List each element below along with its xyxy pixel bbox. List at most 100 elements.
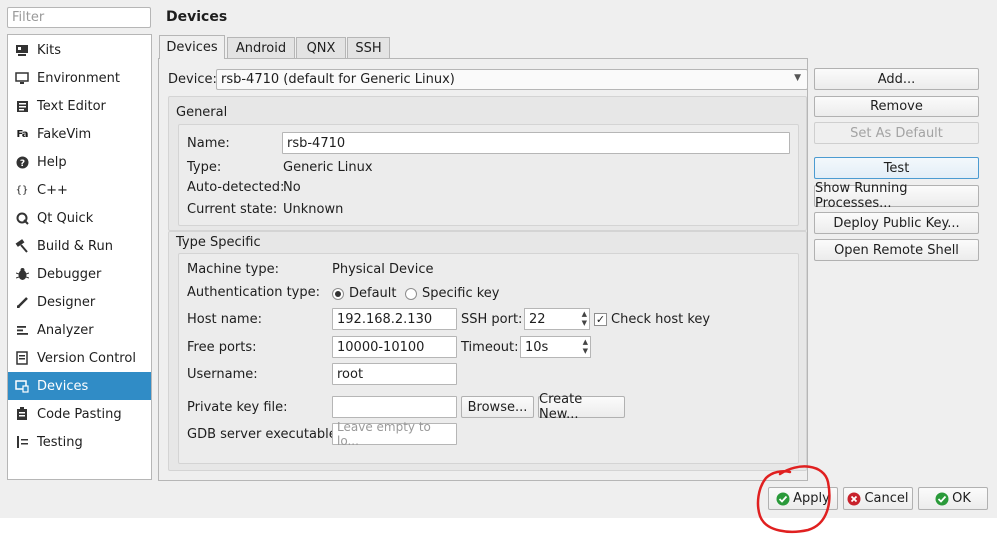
sidebar-item-label: Designer — [37, 294, 96, 310]
cpp-icon: {} — [15, 184, 29, 196]
monitor-icon — [13, 70, 31, 86]
deploy-public-key-button[interactable]: Deploy Public Key... — [814, 212, 979, 234]
radio-unchecked-icon — [405, 287, 417, 300]
test-device-button[interactable]: Test — [814, 157, 979, 179]
remove-device-button[interactable]: Remove — [814, 96, 979, 117]
hammer-icon — [13, 238, 31, 254]
show-running-processes-button[interactable]: Show Running Processes... — [814, 181, 979, 211]
svg-text:?: ? — [19, 159, 24, 169]
timeout-spinbox[interactable]: 10s ▲ ▼ — [520, 336, 591, 358]
version-control-icon — [13, 350, 31, 366]
cancel-button[interactable]: Cancel — [843, 487, 913, 510]
auth-specific-key-radio[interactable]: Specific key — [405, 286, 500, 301]
sidebar-item-text-editor[interactable]: Text Editor — [8, 92, 151, 120]
cancel-circle-icon — [847, 492, 861, 505]
sidebar-item-environment[interactable]: Environment — [8, 64, 151, 92]
add-device-button[interactable]: Add... — [814, 68, 979, 90]
sidebar-item-designer[interactable]: Designer — [8, 288, 151, 316]
sidebar-item-label: Testing — [37, 434, 83, 450]
sidebar-item-kits[interactable]: Kits — [8, 36, 151, 64]
general-group-title: General — [176, 105, 228, 120]
name-field[interactable]: rsb-4710 — [282, 132, 790, 154]
device-combobox[interactable]: rsb-4710 (default for Generic Linux) ▼ — [216, 69, 808, 90]
tab-android[interactable]: Android — [227, 37, 295, 59]
sidebar-item-label: Environment — [37, 70, 121, 86]
free-ports-field[interactable]: 10000-10100 — [332, 336, 457, 358]
auth-specific-key-label: Specific key — [422, 286, 500, 301]
sidebar-item-label: Qt Quick — [37, 210, 94, 226]
sidebar-item-label: Build & Run — [37, 238, 113, 254]
spin-arrows-icon: ▲ ▼ — [582, 338, 588, 355]
type-label: Type: — [187, 160, 222, 175]
kits-icon — [13, 42, 31, 58]
current-state-label: Current state: — [187, 202, 278, 217]
sidebar-item-label: Debugger — [37, 266, 102, 282]
private-key-field[interactable] — [332, 396, 457, 418]
auto-detected-label: Auto-detected: — [187, 180, 285, 195]
tab-ssh[interactable]: SSH — [347, 37, 390, 59]
sidebar-item-cpp[interactable]: {} C++ — [8, 176, 151, 204]
sidebar-item-analyzer[interactable]: Analyzer — [8, 316, 151, 344]
ssh-port-spinbox[interactable]: 22 ▲ ▼ — [524, 308, 590, 330]
sidebar-item-testing[interactable]: Testing — [8, 428, 151, 456]
timeout-label: Timeout: — [461, 340, 519, 355]
machine-type-value: Physical Device — [332, 262, 434, 277]
ssh-port-value: 22 — [529, 311, 546, 327]
tab-qnx[interactable]: QNX — [296, 37, 346, 59]
username-field[interactable]: root — [332, 363, 457, 385]
create-new-button[interactable]: Create New... — [538, 392, 625, 422]
name-label: Name: — [187, 136, 230, 151]
sidebar-item-version-control[interactable]: Version Control — [8, 344, 151, 372]
sidebar-item-build-run[interactable]: Build & Run — [8, 232, 151, 260]
timeout-value: 10s — [525, 339, 549, 355]
ok-button[interactable]: OK — [918, 487, 988, 510]
device-combobox-value: rsb-4710 (default for Generic Linux) — [221, 72, 455, 87]
radio-checked-icon — [332, 287, 344, 300]
auth-default-radio[interactable]: Default — [332, 286, 397, 301]
gdb-server-label: GDB server executable: — [187, 427, 342, 442]
type-value: Generic Linux — [283, 160, 373, 175]
gdb-server-field[interactable]: Leave empty to lo... — [332, 420, 457, 448]
settings-category-list: Kits Environment Text Editor Fa FakeVim … — [7, 34, 152, 480]
check-host-key-label: Check host key — [611, 312, 711, 327]
ok-button-label: OK — [952, 491, 971, 506]
set-as-default-button[interactable]: Set As Default — [814, 122, 979, 144]
devices-icon — [13, 378, 31, 394]
spin-arrows-icon: ▲ ▼ — [581, 310, 587, 327]
private-key-label: Private key file: — [187, 400, 288, 415]
auto-detected-value: No — [283, 180, 301, 195]
sidebar-item-label: Code Pasting — [37, 406, 122, 422]
help-icon: ? — [13, 154, 31, 170]
sidebar-item-code-pasting[interactable]: Code Pasting — [8, 400, 151, 428]
sidebar-item-devices[interactable]: Devices — [8, 372, 151, 400]
sidebar-item-debugger[interactable]: Debugger — [8, 260, 151, 288]
sidebar-item-qt-quick[interactable]: Qt Quick — [8, 204, 151, 232]
sidebar-item-fakevim[interactable]: Fa FakeVim — [8, 120, 151, 148]
pen-icon — [13, 294, 31, 310]
auth-type-label: Authentication type: — [187, 285, 320, 300]
bug-icon — [13, 266, 31, 282]
machine-type-label: Machine type: — [187, 262, 279, 277]
host-name-field[interactable]: 192.168.2.130 — [332, 308, 457, 330]
open-remote-shell-button[interactable]: Open Remote Shell — [814, 239, 979, 261]
code-pasting-icon — [13, 406, 31, 422]
filter-input[interactable] — [7, 7, 151, 28]
fakevim-icon: Fa — [16, 128, 29, 140]
annotation-circle — [756, 465, 831, 533]
free-ports-label: Free ports: — [187, 340, 257, 355]
ssh-port-label: SSH port: — [461, 312, 523, 327]
text-editor-icon — [13, 98, 31, 114]
auth-default-label: Default — [349, 286, 397, 301]
username-label: Username: — [187, 367, 258, 382]
sidebar-item-label: Kits — [37, 42, 62, 58]
sidebar-item-help[interactable]: ? Help — [8, 148, 151, 176]
checkmark-icon: ✓ — [594, 313, 607, 326]
check-circle-icon — [935, 492, 949, 505]
check-host-key-checkbox[interactable]: ✓ Check host key — [594, 312, 710, 327]
window-bottom-strip — [0, 518, 997, 538]
tab-devices[interactable]: Devices — [159, 35, 225, 59]
analyzer-icon — [13, 322, 31, 338]
browse-button[interactable]: Browse... — [461, 396, 534, 418]
sidebar-item-label: Analyzer — [37, 322, 94, 338]
device-label: Device: — [168, 72, 217, 87]
